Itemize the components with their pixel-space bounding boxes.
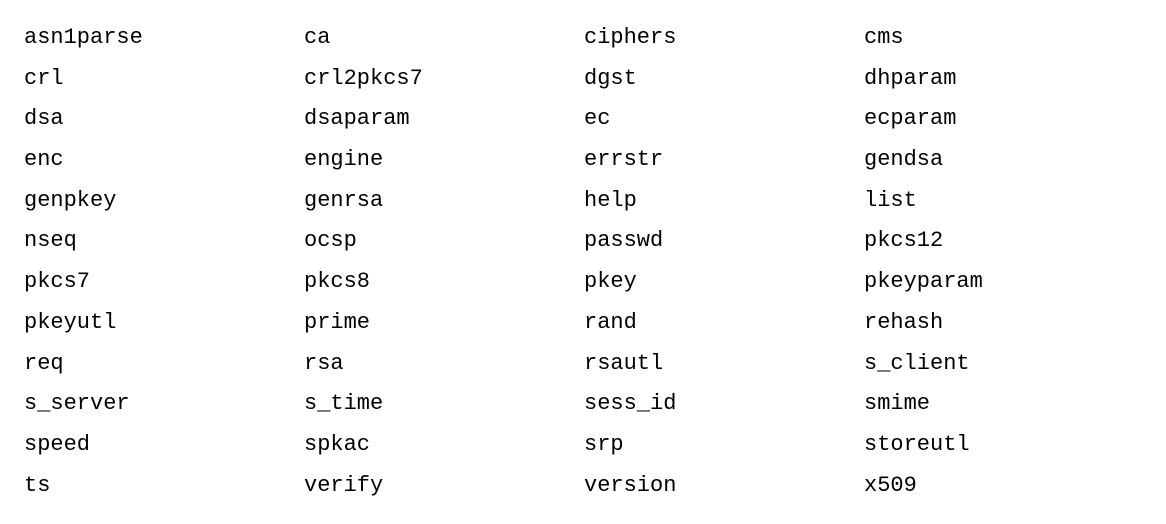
- command-item: rand: [584, 303, 864, 344]
- command-item: dsaparam: [304, 99, 584, 140]
- command-item: pkey: [584, 262, 864, 303]
- command-item: genrsa: [304, 181, 584, 222]
- command-item: pkcs12: [864, 221, 1144, 262]
- command-item: pkeyparam: [864, 262, 1144, 303]
- command-item: s_client: [864, 344, 1144, 385]
- command-item: smime: [864, 384, 1144, 425]
- command-item: enc: [24, 140, 304, 181]
- command-item: dgst: [584, 59, 864, 100]
- command-item: pkcs8: [304, 262, 584, 303]
- command-item: verify: [304, 466, 584, 507]
- command-item: dsa: [24, 99, 304, 140]
- command-item: srp: [584, 425, 864, 466]
- command-item: help: [584, 181, 864, 222]
- command-item: ecparam: [864, 99, 1144, 140]
- command-item: list: [864, 181, 1144, 222]
- command-item: rsa: [304, 344, 584, 385]
- command-item: sess_id: [584, 384, 864, 425]
- command-item: passwd: [584, 221, 864, 262]
- command-item: asn1parse: [24, 18, 304, 59]
- command-item: ca: [304, 18, 584, 59]
- command-item: rehash: [864, 303, 1144, 344]
- command-item: prime: [304, 303, 584, 344]
- command-list: asn1parse ca ciphers cms crl crl2pkcs7 d…: [24, 18, 1144, 506]
- command-item: ec: [584, 99, 864, 140]
- command-item: x509: [864, 466, 1144, 507]
- command-item: s_server: [24, 384, 304, 425]
- command-item: nseq: [24, 221, 304, 262]
- command-item: version: [584, 466, 864, 507]
- command-item: req: [24, 344, 304, 385]
- command-item: errstr: [584, 140, 864, 181]
- command-item: gendsa: [864, 140, 1144, 181]
- command-item: ts: [24, 466, 304, 507]
- command-item: pkcs7: [24, 262, 304, 303]
- command-item: ocsp: [304, 221, 584, 262]
- command-item: dhparam: [864, 59, 1144, 100]
- command-item: crl2pkcs7: [304, 59, 584, 100]
- command-item: cms: [864, 18, 1144, 59]
- command-item: s_time: [304, 384, 584, 425]
- command-item: crl: [24, 59, 304, 100]
- command-item: ciphers: [584, 18, 864, 59]
- command-item: speed: [24, 425, 304, 466]
- command-item: rsautl: [584, 344, 864, 385]
- command-item: pkeyutl: [24, 303, 304, 344]
- command-item: genpkey: [24, 181, 304, 222]
- command-item: storeutl: [864, 425, 1144, 466]
- command-item: engine: [304, 140, 584, 181]
- command-item: spkac: [304, 425, 584, 466]
